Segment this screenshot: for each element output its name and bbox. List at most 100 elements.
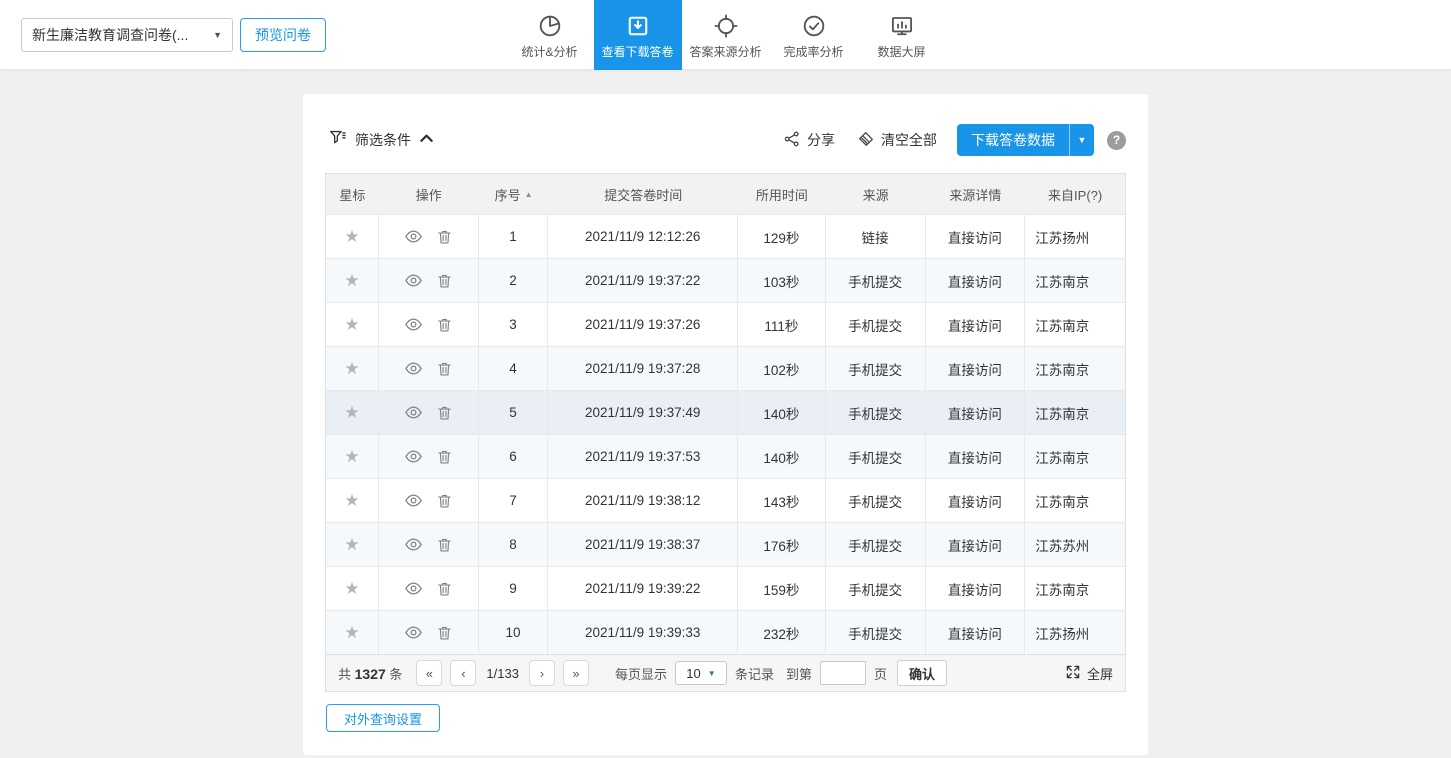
first-page-button[interactable]: « (416, 660, 442, 686)
cell-submit-time: 2021/11/9 19:37:26 (548, 303, 738, 346)
delete-response-icon[interactable] (436, 404, 453, 422)
delete-response-icon[interactable] (436, 624, 453, 642)
table-row: ★ 7 2021/11/9 19:38:12 143秒 手机提交 直接访问 江苏… (326, 478, 1125, 522)
delete-response-icon[interactable] (436, 272, 453, 290)
view-response-icon[interactable] (404, 359, 423, 378)
star-icon[interactable]: ★ (344, 536, 359, 553)
star-icon[interactable]: ★ (344, 624, 359, 641)
cell-source: 手机提交 (826, 391, 926, 434)
check-circle-icon (801, 13, 827, 39)
cell-duration: 143秒 (738, 479, 826, 522)
cell-duration: 111秒 (738, 303, 826, 346)
tab-bar: 统计&分析 查看下载答卷 答案来源分析 完成率分析 数据大屏 (506, 0, 946, 70)
total-count-text: 共 1327 条 (338, 664, 402, 683)
delete-response-icon[interactable] (436, 228, 453, 246)
cell-duration: 102秒 (738, 347, 826, 390)
cell-submit-time: 2021/11/9 19:37:53 (548, 435, 738, 478)
goto-page-label: 到第 (786, 664, 812, 683)
download-answers-button[interactable]: 下载答卷数据 (957, 124, 1069, 156)
crosshair-icon (713, 13, 739, 39)
tab-statistics-analysis[interactable]: 统计&分析 (506, 0, 594, 70)
last-page-button[interactable]: » (563, 660, 589, 686)
view-response-icon[interactable] (404, 447, 423, 466)
cell-seq: 9 (479, 567, 549, 610)
cell-seq: 6 (479, 435, 549, 478)
preview-survey-button[interactable]: 预览问卷 (240, 18, 326, 52)
cell-source: 手机提交 (826, 611, 926, 654)
prev-page-button[interactable]: ‹ (450, 660, 476, 686)
star-icon[interactable]: ★ (344, 448, 359, 465)
delete-response-icon[interactable] (436, 360, 453, 378)
share-button[interactable]: 分享 (783, 130, 835, 151)
star-icon[interactable]: ★ (344, 316, 359, 333)
chevron-up-icon (419, 131, 434, 149)
view-response-icon[interactable] (404, 227, 423, 246)
cell-source: 手机提交 (826, 303, 926, 346)
clear-all-button[interactable]: 清空全部 (857, 130, 937, 151)
goto-page-input[interactable] (820, 661, 866, 685)
confirm-button[interactable]: 确认 (897, 660, 947, 686)
view-response-icon[interactable] (404, 535, 423, 554)
next-page-button[interactable]: › (529, 660, 555, 686)
share-icon (783, 130, 801, 151)
delete-response-icon[interactable] (436, 536, 453, 554)
download-options-caret[interactable]: ▼ (1069, 124, 1094, 156)
col-header-ip: 来自IP(?) (1025, 174, 1125, 214)
survey-select-dropdown[interactable]: 新生廉洁教育调查问卷(... ▼ (21, 18, 233, 52)
external-query-settings-button[interactable]: 对外查询设置 (326, 704, 440, 732)
filter-conditions-toggle[interactable]: 筛选条件 (328, 128, 434, 152)
star-icon[interactable]: ★ (344, 580, 359, 597)
view-response-icon[interactable] (404, 623, 423, 642)
table-row: ★ 10 2021/11/9 19:39:33 232秒 手机提交 直接访问 江… (326, 610, 1125, 654)
col-header-submit-time: 提交答卷时间 (548, 174, 738, 214)
fullscreen-button[interactable]: 全屏 (1065, 664, 1113, 683)
delete-response-icon[interactable] (436, 448, 453, 466)
table-row: ★ 3 2021/11/9 19:37:26 111秒 手机提交 直接访问 江苏… (326, 302, 1125, 346)
star-icon[interactable]: ★ (344, 404, 359, 421)
cell-submit-time: 2021/11/9 19:37:49 (548, 391, 738, 434)
delete-response-icon[interactable] (436, 316, 453, 334)
cell-ip: 江苏扬州 (1025, 215, 1125, 258)
star-icon[interactable]: ★ (344, 272, 359, 289)
table-row: ★ 1 2021/11/9 12:12:26 129秒 链接 直接访问 江苏扬州 (326, 214, 1125, 258)
tab-data-screen[interactable]: 数据大屏 (858, 0, 946, 70)
table-row: ★ 5 2021/11/9 19:37:49 140秒 手机提交 直接访问 江苏… (326, 390, 1125, 434)
cell-source-detail: 直接访问 (926, 479, 1026, 522)
responses-card: 筛选条件 分享 清空全部 下载答卷数据 ▼ ? (303, 94, 1148, 755)
cell-ip: 江苏南京 (1025, 435, 1125, 478)
fullscreen-expand-icon (1065, 664, 1081, 683)
col-header-seq-sortable[interactable]: 序号 ▲ (479, 174, 549, 214)
cell-source: 手机提交 (826, 347, 926, 390)
tab-completion-rate-analysis[interactable]: 完成率分析 (770, 0, 858, 70)
cell-source-detail: 直接访问 (926, 391, 1026, 434)
star-icon[interactable]: ★ (344, 360, 359, 377)
cell-submit-time: 2021/11/9 12:12:26 (548, 215, 738, 258)
view-response-icon[interactable] (404, 271, 423, 290)
cell-ip: 江苏南京 (1025, 391, 1125, 434)
star-icon[interactable]: ★ (344, 492, 359, 509)
view-response-icon[interactable] (404, 403, 423, 422)
per-page-select[interactable]: 10 ▼ (675, 661, 727, 685)
per-page-label: 每页显示 (615, 664, 667, 683)
star-icon[interactable]: ★ (344, 228, 359, 245)
table-body: ★ 1 2021/11/9 12:12:26 129秒 链接 直接访问 江苏扬州… (326, 214, 1125, 654)
delete-response-icon[interactable] (436, 580, 453, 598)
tab-label: 数据大屏 (877, 46, 925, 58)
pagination-bar: 共 1327 条 « ‹ 1/133 › » 每页显示 10 ▼ 条记录 到第 … (326, 654, 1125, 691)
view-response-icon[interactable] (404, 491, 423, 510)
table-row: ★ 8 2021/11/9 19:38:37 176秒 手机提交 直接访问 江苏… (326, 522, 1125, 566)
data-screen-icon (889, 13, 915, 39)
tab-view-download-responses[interactable]: 查看下载答卷 (594, 0, 682, 70)
top-bar: 新生廉洁教育调查问卷(... ▼ 预览问卷 统计&分析 查看下载答卷 答案来源分… (0, 0, 1451, 70)
cell-ip: 江苏南京 (1025, 479, 1125, 522)
help-icon[interactable]: ? (1107, 131, 1126, 150)
cell-ip: 江苏南京 (1025, 303, 1125, 346)
delete-response-icon[interactable] (436, 492, 453, 510)
cell-source-detail: 直接访问 (926, 259, 1026, 302)
view-response-icon[interactable] (404, 315, 423, 334)
tab-answer-source-analysis[interactable]: 答案来源分析 (682, 0, 770, 70)
view-response-icon[interactable] (404, 579, 423, 598)
cell-source-detail: 直接访问 (926, 303, 1026, 346)
eraser-icon (857, 130, 875, 151)
clear-all-label: 清空全部 (881, 130, 937, 150)
